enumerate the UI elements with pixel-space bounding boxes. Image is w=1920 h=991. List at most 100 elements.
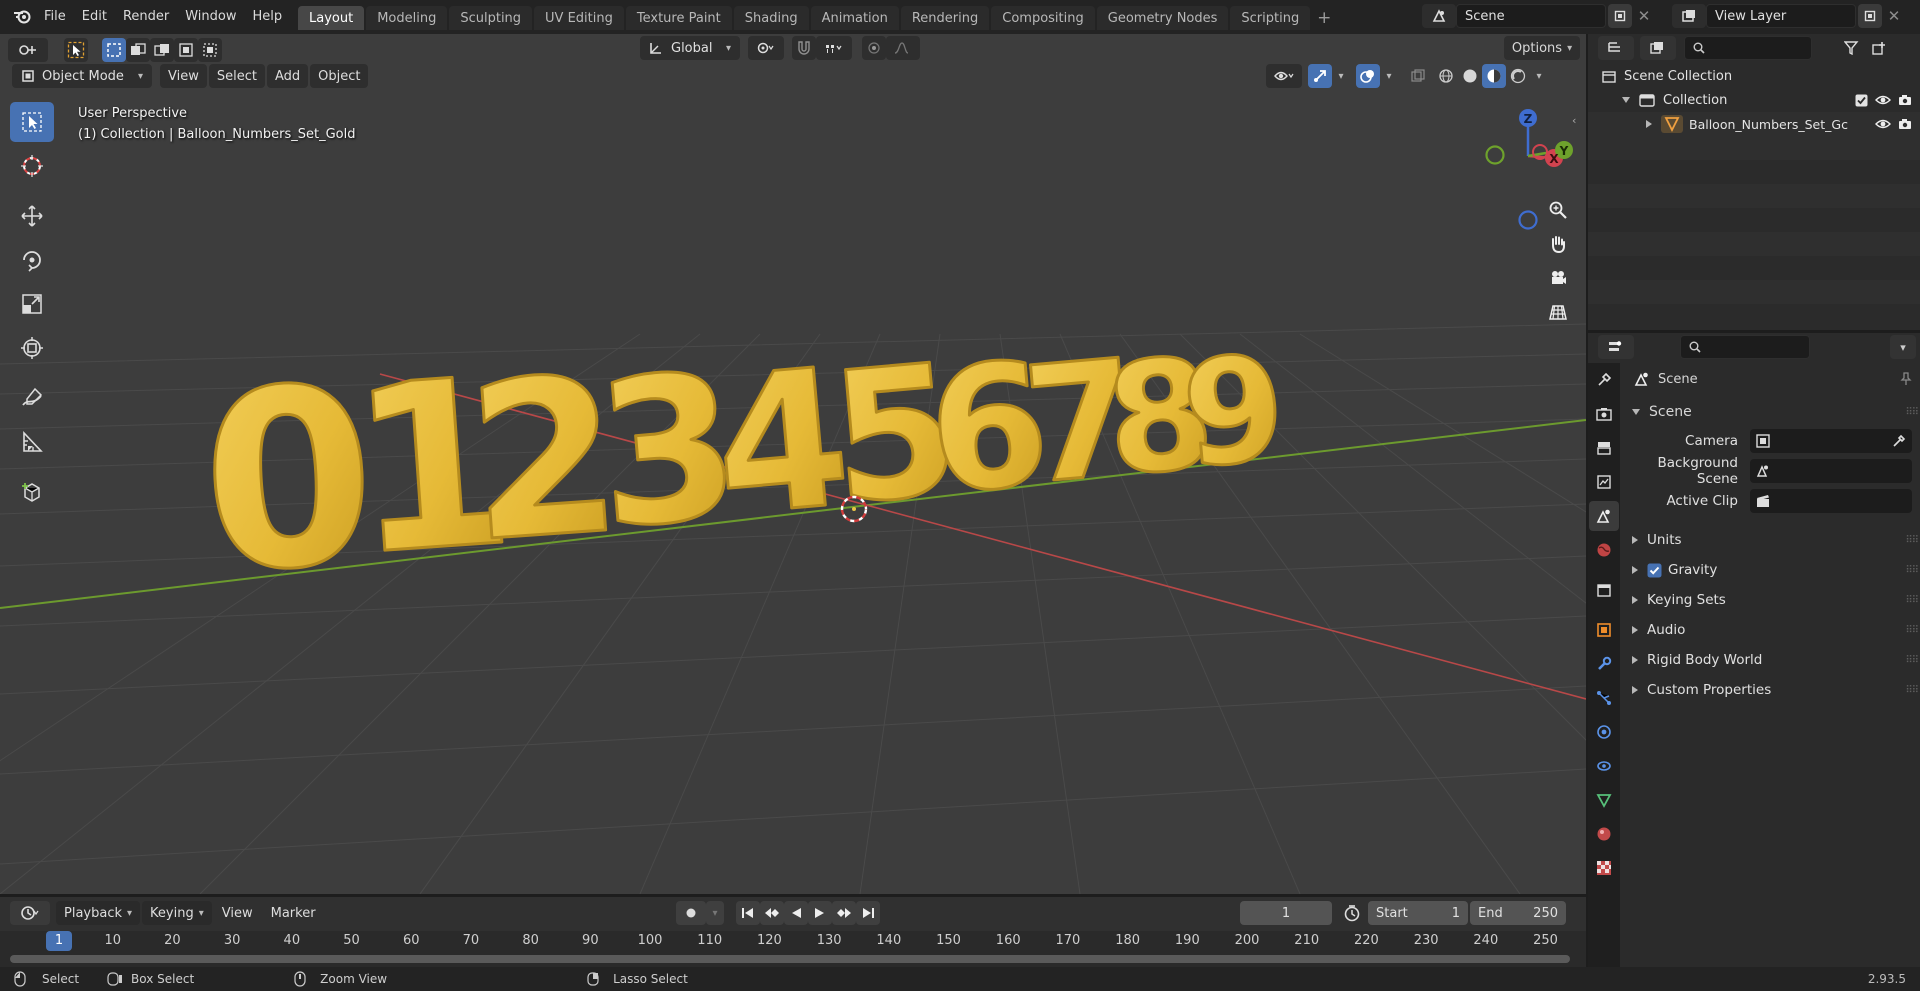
viewport-menu-add[interactable]: Add — [266, 64, 309, 88]
timeline-menu-keying[interactable]: Keying ▾ — [142, 901, 212, 925]
timeline-menu-marker[interactable]: Marker — [263, 901, 324, 925]
keying-sets-panel-header[interactable]: Keying Sets ⠿⠿ — [1628, 585, 1919, 615]
camera-field[interactable] — [1750, 429, 1912, 453]
scene-panel-header[interactable]: Scene ⠿⠿ — [1628, 397, 1919, 427]
start-frame-field[interactable]: Start 1 — [1368, 901, 1468, 925]
delete-view-layer-icon[interactable]: ✕ — [1882, 4, 1906, 28]
viewport-scene[interactable]: 0 1 2 3 4 5 6 7 8 9 — [0, 34, 1586, 894]
collection-tab-icon[interactable] — [1589, 575, 1619, 605]
tab-texture-paint[interactable]: Texture Paint — [625, 6, 732, 30]
add-cube-tool[interactable] — [10, 472, 54, 512]
overlays-dropdown-icon[interactable]: ▾ — [1380, 64, 1398, 88]
visibility-selectability-icon[interactable] — [1266, 64, 1302, 88]
outliner-row-object[interactable]: Balloon_Numbers_Set_Gc — [1588, 112, 1920, 136]
sidebar-toggle-icon[interactable]: ‹ — [1572, 114, 1576, 127]
drag-handle-icon[interactable]: ⠿⠿ — [1905, 625, 1919, 636]
custom-properties-panel-header[interactable]: Custom Properties ⠿⠿ — [1628, 675, 1919, 705]
properties-editor-type-icon[interactable] — [1598, 335, 1634, 359]
tab-compositing[interactable]: Compositing — [991, 6, 1095, 30]
scene-field[interactable]: Scene — [1456, 4, 1606, 28]
physics-tab-icon[interactable] — [1589, 717, 1619, 747]
units-panel-header[interactable]: Units ⠿⠿ — [1628, 525, 1919, 555]
pivot-point-icon[interactable] — [748, 36, 784, 60]
jump-to-keyframe-next-icon[interactable] — [832, 901, 856, 925]
transform-tool[interactable] — [10, 328, 54, 368]
options-button[interactable]: Options ▾ — [1504, 36, 1580, 60]
delete-scene-icon[interactable]: ✕ — [1632, 4, 1656, 28]
auto-keying-icon[interactable] — [676, 901, 706, 925]
new-scene-icon[interactable] — [1608, 4, 1632, 28]
properties-search-input[interactable] — [1680, 335, 1810, 359]
select-box-tool[interactable] — [10, 102, 54, 142]
outliner-row-scene-collection[interactable]: Scene Collection — [1588, 64, 1920, 88]
gizmo-dropdown-icon[interactable]: ▾ — [1332, 64, 1350, 88]
view-layer-field[interactable]: View Layer — [1706, 4, 1856, 28]
viewport-menu-object[interactable]: Object — [310, 64, 369, 88]
eye-icon[interactable] — [1872, 88, 1894, 112]
xray-toggle-icon[interactable] — [1406, 64, 1430, 88]
jump-to-keyframe-prev-icon[interactable] — [760, 901, 784, 925]
timeline-menu-view[interactable]: View — [214, 901, 261, 925]
background-scene-field[interactable] — [1750, 459, 1912, 483]
3d-viewport[interactable]: 0 1 2 3 4 5 6 7 8 9 Global ▾ Options ▾ O… — [0, 34, 1586, 894]
menu-window[interactable]: Window — [177, 5, 244, 27]
render-camera-icon[interactable] — [1894, 88, 1916, 112]
snap-toggle-icon[interactable] — [792, 36, 816, 60]
eyedropper-icon[interactable] — [1892, 434, 1906, 448]
viewport-menu-select[interactable]: Select — [208, 64, 265, 88]
play-icon[interactable] — [808, 901, 832, 925]
material-tab-icon[interactable] — [1589, 819, 1619, 849]
drag-handle-icon[interactable]: ⠿⠿ — [1905, 595, 1919, 606]
add-workspace-icon[interactable]: + — [1312, 6, 1336, 30]
tab-rendering[interactable]: Rendering — [900, 6, 990, 30]
modifier-wrench-icon[interactable] — [1589, 649, 1619, 679]
rendered-shading-icon[interactable] — [1506, 64, 1530, 88]
tab-sculpting[interactable]: Sculpting — [449, 6, 533, 30]
outliner-search-input[interactable] — [1684, 36, 1812, 60]
menu-help[interactable]: Help — [245, 5, 291, 27]
tab-shading[interactable]: Shading — [733, 6, 809, 30]
output-tab-icon[interactable] — [1589, 433, 1619, 463]
eye-icon[interactable] — [1872, 112, 1894, 136]
exclude-checkbox-icon[interactable] — [1850, 88, 1872, 112]
drag-handle-icon[interactable]: ⠿⠿ — [1905, 407, 1919, 418]
new-collection-icon[interactable] — [1868, 36, 1890, 60]
view-layer-icon[interactable] — [1672, 4, 1706, 28]
rigid-body-world-panel-header[interactable]: Rigid Body World ⠿⠿ — [1628, 645, 1919, 675]
timeline-editor-type-icon[interactable] — [10, 901, 50, 925]
select-extend-icon[interactable] — [126, 38, 150, 62]
current-frame-field[interactable]: 1 — [1240, 901, 1332, 925]
blender-logo-icon[interactable] — [8, 4, 36, 28]
tab-layout[interactable]: Layout — [298, 6, 365, 30]
drag-handle-icon[interactable]: ⠿⠿ — [1905, 655, 1919, 666]
display-mode-icon[interactable] — [1640, 36, 1676, 60]
select-mode-icon[interactable] — [64, 38, 88, 62]
gravity-checkbox[interactable] — [1647, 563, 1662, 578]
object-tab-icon[interactable] — [1589, 615, 1619, 645]
jump-to-start-icon[interactable] — [736, 901, 760, 925]
tab-animation[interactable]: Animation — [810, 6, 899, 30]
cursor-tool[interactable] — [10, 146, 54, 186]
world-tab-icon[interactable] — [1589, 535, 1619, 565]
tool-tab-icon[interactable] — [1589, 365, 1619, 395]
jump-to-end-icon[interactable] — [856, 901, 880, 925]
object-mode-dropdown[interactable]: Object Mode ▾ — [12, 64, 152, 88]
filter-icon[interactable] — [1836, 36, 1868, 60]
view-layer-tab-icon[interactable] — [1589, 467, 1619, 497]
tab-modeling[interactable]: Modeling — [366, 6, 448, 30]
render-camera-icon[interactable] — [1894, 112, 1916, 136]
texture-tab-icon[interactable] — [1589, 853, 1619, 883]
camera-view-icon[interactable] — [1542, 262, 1574, 294]
solid-shading-icon[interactable] — [1458, 64, 1482, 88]
frame-ruler[interactable]: 1 10 20 30 40 50 60 70 80 90 100 110 120 130 140 150 160… — [0, 931, 1586, 967]
end-frame-field[interactable]: End 250 — [1470, 901, 1566, 925]
tab-uv-editing[interactable]: UV Editing — [534, 6, 624, 30]
select-invert-icon[interactable] — [174, 38, 198, 62]
particles-tab-icon[interactable] — [1589, 683, 1619, 713]
timeline-scrollbar[interactable] — [10, 955, 1570, 963]
constraints-tab-icon[interactable] — [1589, 751, 1619, 781]
falloff-curve-icon[interactable] — [886, 36, 920, 60]
rotate-tool[interactable] — [10, 240, 54, 280]
preview-range-icon[interactable] — [1340, 901, 1364, 925]
menu-render[interactable]: Render — [115, 5, 177, 27]
